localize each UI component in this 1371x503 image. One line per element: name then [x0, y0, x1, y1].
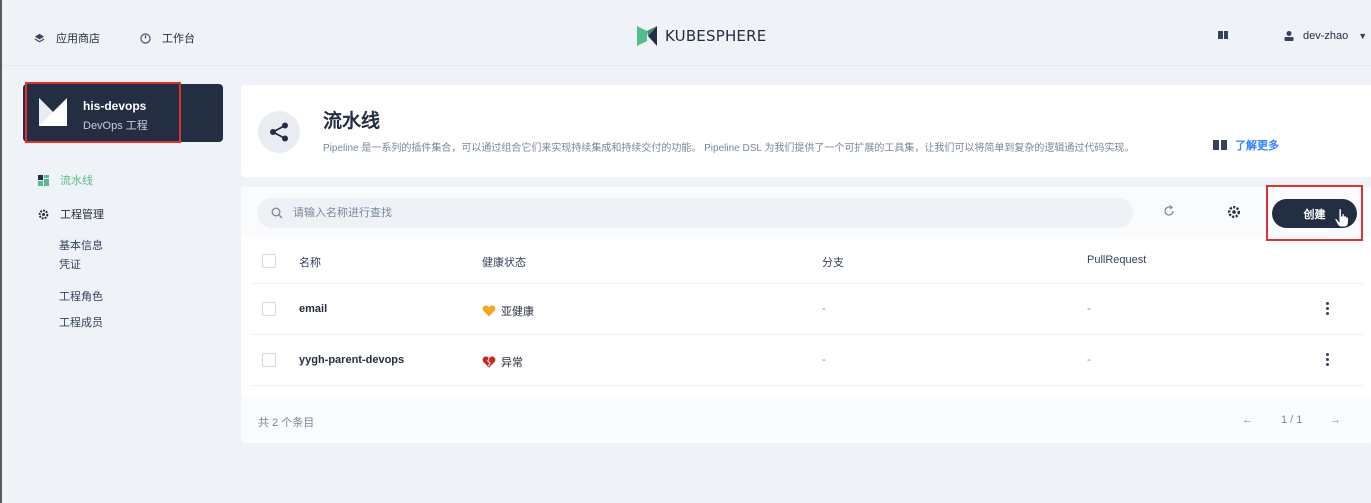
branch-value: - — [822, 354, 826, 366]
page-header-banner — [241, 85, 1371, 177]
user-icon — [1284, 31, 1294, 41]
layers-icon — [32, 31, 46, 45]
sidebar-sub-project-members[interactable]: 工程成员 — [59, 314, 103, 330]
pullrequest-value: - — [1087, 354, 1091, 366]
pipeline-grid-icon — [37, 174, 49, 186]
pipeline-share-icon — [258, 111, 300, 153]
learn-more-link[interactable]: 了解更多 — [1213, 137, 1279, 153]
column-header-branch: 分支 — [822, 257, 844, 269]
dashboard-icon — [138, 31, 152, 45]
column-header-pullrequest: PullRequest — [1087, 254, 1147, 266]
page-description: Pipeline 是一系列的插件集合，可以通过组合它们来实现持续集成和持续交付的… — [323, 143, 1135, 154]
more-actions-icon[interactable] — [1325, 353, 1329, 366]
pipeline-name-link[interactable]: yygh-parent-devops — [299, 354, 404, 366]
sidebar-sub-project-roles[interactable]: 工程角色 — [59, 288, 103, 304]
prev-page-button[interactable]: ← — [1242, 414, 1253, 426]
app-store-label: 应用商店 — [56, 33, 100, 45]
sidebar-item-project-management[interactable]: 工程管理 — [37, 206, 104, 222]
chevron-down-icon: ▼ — [1358, 31, 1368, 41]
divider — [251, 385, 1363, 386]
more-actions-icon[interactable] — [1325, 302, 1329, 315]
highlight-box-project — [25, 82, 181, 143]
workbench-label: 工作台 — [162, 33, 195, 45]
sidebar-label-pipelines: 流水线 — [60, 175, 93, 187]
sidebar-label-project-management: 工程管理 — [60, 209, 104, 221]
total-count: 共 2 个条目 — [258, 417, 315, 429]
highlight-box-create — [1266, 185, 1363, 241]
user-menu[interactable]: dev-zhao ▼ — [1283, 30, 1367, 42]
health-label: 亚健康 — [501, 306, 534, 318]
health-status: 亚健康 — [482, 303, 534, 319]
search-bar[interactable] — [257, 198, 1133, 228]
broken-heart-icon — [482, 356, 496, 368]
username: dev-zhao — [1303, 30, 1349, 42]
page-indicator: 1 / 1 — [1281, 414, 1303, 426]
column-header-health: 健康状态 — [482, 257, 526, 269]
health-label: 异常 — [501, 357, 523, 369]
page-title: 流水线 — [323, 111, 381, 132]
brand-name: KUBESPHERE — [665, 27, 767, 45]
table-footer — [241, 396, 1371, 443]
heart-icon — [482, 305, 496, 317]
branch-value: - — [822, 303, 826, 315]
gear-icon — [37, 208, 49, 220]
health-status: 异常 — [482, 354, 523, 370]
sidebar-sub-credentials[interactable]: 凭证 — [59, 256, 81, 272]
book-icon — [1213, 140, 1227, 150]
select-all-checkbox[interactable] — [262, 254, 276, 268]
settings-gear-icon[interactable] — [1227, 205, 1241, 219]
kubesphere-logo[interactable]: KUBESPHERE — [635, 25, 766, 47]
kubesphere-logo-icon — [637, 26, 657, 46]
app-store-link[interactable]: 应用商店 — [32, 30, 100, 46]
pullrequest-value: - — [1087, 303, 1091, 315]
pipeline-name-link[interactable]: email — [299, 303, 327, 315]
search-icon — [271, 207, 283, 219]
search-input[interactable] — [293, 207, 1093, 219]
learn-more-label: 了解更多 — [1235, 140, 1279, 152]
divider — [251, 334, 1363, 335]
sidebar-sub-basic-info[interactable]: 基本信息 — [59, 237, 103, 253]
next-page-button[interactable]: → — [1330, 414, 1341, 426]
workbench-link[interactable]: 工作台 — [138, 30, 195, 46]
row-checkbox[interactable] — [262, 302, 276, 316]
sidebar-item-pipelines[interactable]: 流水线 — [37, 172, 93, 188]
divider — [251, 283, 1363, 284]
refresh-icon[interactable] — [1162, 204, 1176, 218]
document-icon[interactable] — [1218, 31, 1228, 39]
row-checkbox[interactable] — [262, 353, 276, 367]
column-header-name[interactable]: 名称 — [299, 254, 321, 270]
